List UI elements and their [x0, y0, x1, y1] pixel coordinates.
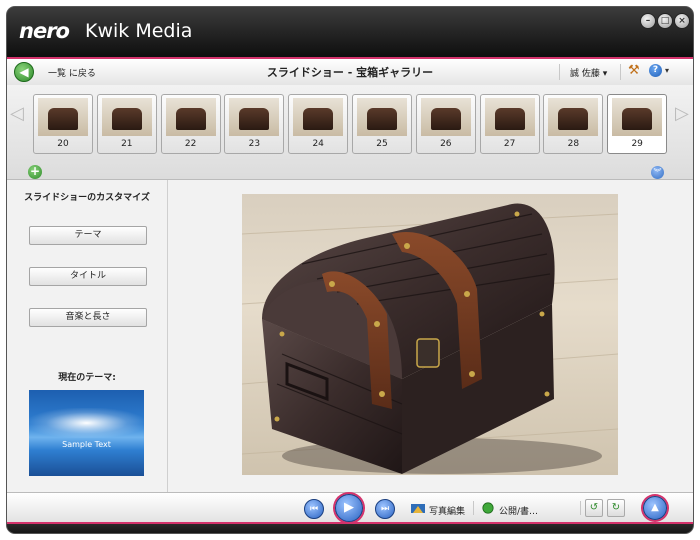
header-bar: ◀ 一覧 に戻る スライドショー - 宝箱ギャラリー 誠 佐藤 ▾ ⚒ ? ▾ [7, 57, 693, 87]
thumbnail-number: 27 [503, 139, 516, 149]
music-length-button[interactable]: 音楽と長さ [29, 308, 147, 327]
thumbnail-item[interactable]: 28 [543, 94, 604, 154]
thumbnail-number: 20 [57, 139, 69, 149]
thumbnail-image [357, 98, 407, 136]
thumbnail-number: 22 [184, 139, 197, 149]
thumbnail-number: 28 [567, 139, 580, 149]
thumbnail-item[interactable]: 29 [607, 94, 668, 154]
thumbnail-number: 21 [121, 139, 133, 149]
thumbnail-strip: ◁ 20 21 22 23 24 25 26 27 28 29 ▷ + ︾ [7, 85, 693, 180]
play-button[interactable]: ▶ [335, 494, 363, 522]
customize-panel: スライドショーのカスタマイズ テーマ タイトル 音楽と長さ 現在のテーマ: Sa… [7, 180, 168, 492]
divider [620, 64, 621, 80]
thumbnail-image [484, 98, 535, 136]
chest-thumbnail-graphic [367, 108, 397, 130]
thumbnail-item[interactable]: 20 [33, 94, 93, 154]
photo-edit-icon[interactable] [411, 502, 425, 514]
strip-prev-arrow-icon[interactable]: ◁ [10, 103, 24, 124]
preview-area [168, 180, 693, 492]
app-name: Kwik Media [85, 20, 193, 42]
expand-chevron-icon[interactable]: ︾ [651, 166, 664, 179]
thumbnail-item[interactable]: 22 [160, 94, 221, 154]
skip-last-button[interactable]: ⏭ [375, 499, 395, 519]
theme-sample-text: Sample Text [62, 440, 111, 449]
chest-thumbnail-graphic [239, 108, 270, 130]
help-icon[interactable]: ? [649, 64, 662, 77]
divider [473, 501, 474, 515]
nero-logo: nero [19, 19, 70, 43]
title-bar: nero Kwik Media – □ × [7, 7, 693, 57]
chest-thumbnail-graphic [494, 108, 525, 130]
upload-button[interactable]: ▲ [643, 496, 667, 520]
user-menu[interactable]: 誠 佐藤 ▾ [570, 66, 607, 79]
thumbnail-number: 24 [312, 139, 324, 149]
title-button[interactable]: タイトル [29, 267, 147, 286]
chest-thumbnail-graphic [175, 108, 206, 130]
app-window: nero Kwik Media – □ × ◀ 一覧 に戻る スライドショー -… [7, 7, 693, 533]
chest-thumbnail-graphic [558, 108, 589, 130]
treasure-chest-photo[interactable] [242, 194, 618, 475]
strip-next-arrow-icon[interactable]: ▷ [675, 103, 689, 124]
thumbnail-number: 26 [440, 139, 452, 149]
rotate-right-icon[interactable]: ↻ [607, 499, 625, 517]
thumbnail-item[interactable]: 24 [288, 94, 349, 154]
rotate-left-icon[interactable]: ↺ [585, 499, 603, 517]
photo-edit-link[interactable]: 写真編集 [429, 504, 465, 517]
theme-button[interactable]: テーマ [29, 226, 147, 245]
playback-bar: ⏮ ▶ ⏭ 写真編集 公開/書… ↺ ↻ ▲ [7, 492, 693, 523]
thumbnail-image [293, 98, 344, 136]
thumbnail-item[interactable]: 25 [352, 94, 412, 154]
publish-globe-icon[interactable] [481, 502, 495, 514]
chest-thumbnail-graphic [622, 108, 653, 130]
hammer-tools-icon[interactable]: ⚒ [628, 63, 640, 78]
skip-first-button[interactable]: ⏮ [304, 499, 324, 519]
window-footer [7, 522, 693, 533]
theme-glow [29, 408, 144, 438]
divider [580, 501, 581, 515]
thumbnail-image [165, 98, 216, 136]
thumbnail-image [101, 98, 152, 136]
theme-preview[interactable]: Sample Text [29, 390, 144, 476]
thumbnail-number: 25 [376, 139, 388, 149]
close-button[interactable]: × [674, 13, 690, 29]
minimize-button[interactable]: – [640, 13, 656, 29]
chest-thumbnail-graphic [430, 108, 461, 130]
thumbnail-item[interactable]: 27 [479, 94, 540, 154]
thumbnail-number: 23 [248, 139, 261, 149]
thumbnail-number: 29 [631, 139, 643, 149]
chest-thumbnail-graphic [303, 108, 334, 130]
add-plus-icon[interactable]: + [28, 165, 42, 179]
thumbnail-item[interactable]: 23 [224, 94, 285, 154]
chest-thumbnail-graphic [48, 108, 78, 130]
thumbnail-image [229, 98, 280, 136]
thumbnail-item[interactable]: 21 [96, 94, 157, 154]
maximize-button[interactable]: □ [657, 13, 673, 29]
divider [559, 64, 560, 80]
thumbnail-image [420, 98, 471, 136]
thumbnail-image [548, 98, 599, 136]
thumbnail-image [38, 98, 88, 136]
help-dropdown-icon[interactable]: ▾ [665, 66, 669, 75]
thumbnail-item[interactable]: 26 [415, 94, 476, 154]
publish-burn-link[interactable]: 公開/書… [499, 504, 538, 517]
chest-thumbnail-graphic [111, 108, 142, 130]
current-theme-label: 現在のテーマ: [58, 373, 116, 383]
thumbnail-image [612, 98, 663, 136]
customize-panel-title: スライドショーのカスタマイズ [24, 193, 150, 203]
chest-image [242, 203, 618, 474]
